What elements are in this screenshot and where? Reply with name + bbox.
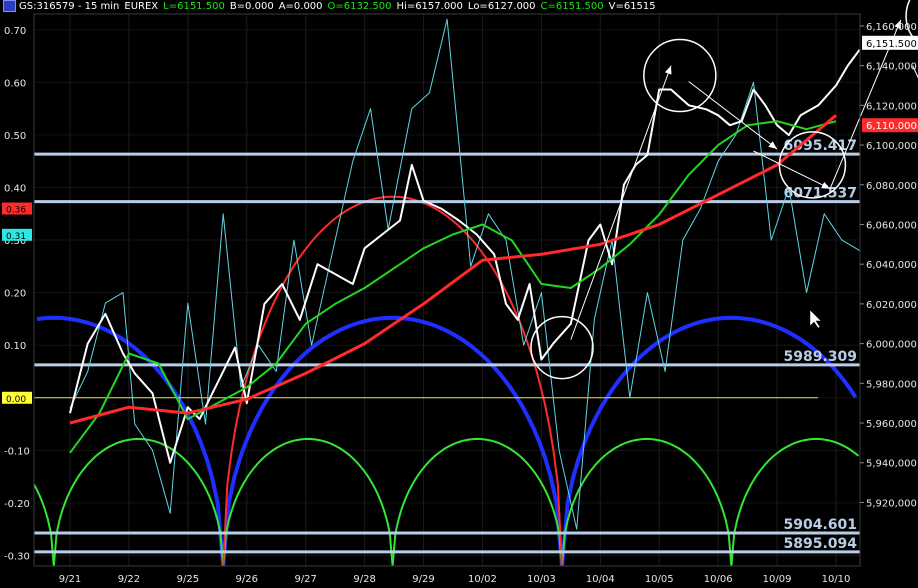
left-tick-label: 0.20 <box>4 289 26 300</box>
left-tick-label: 0.50 <box>4 131 26 142</box>
x-tick-label: 10/02 <box>468 574 497 585</box>
left-marker-label: 0.00 <box>6 395 26 405</box>
left-tick-label: 0.10 <box>4 341 26 352</box>
left-tick-label: 0.60 <box>4 78 26 89</box>
right-tick-label: 5,940,000 <box>866 459 917 470</box>
x-tick-label: 9/29 <box>412 574 434 585</box>
right-tick-label: 5,920,000 <box>866 498 917 509</box>
left-tick-label: 0.70 <box>4 26 26 37</box>
axes: 9/21 9/22 9/25 9/26 9/27 9/28 9/29 10/02 10/03 10… <box>2 13 918 585</box>
annotation-circle <box>643 38 717 113</box>
annotation-arrowhead <box>664 65 672 75</box>
price-line <box>69 49 861 464</box>
annotation-arrowhead <box>768 141 778 150</box>
x-tick-label: 10/03 <box>527 574 556 585</box>
series-lines <box>69 18 861 530</box>
right-tick-label: 6,000,000 <box>866 340 917 351</box>
green-cycle-arc <box>33 483 55 567</box>
level-label: 6071.537 <box>783 186 857 202</box>
price-chart[interactable]: 6095.4176071.5375989.3095904.6015895.094… <box>0 0 918 588</box>
grid-lines <box>34 14 860 566</box>
right-marker-label: 6,110.000 <box>866 121 917 132</box>
x-tick-label: 9/22 <box>118 574 140 585</box>
right-tick-label: 6,020,000 <box>866 300 917 311</box>
right-tick-label: 5,980,000 <box>866 379 917 390</box>
green-average-line <box>69 120 837 454</box>
right-tick-label: 6,160,000 <box>866 22 917 33</box>
x-tick-label: 9/27 <box>294 574 316 585</box>
x-tick-label: 10/05 <box>645 574 674 585</box>
x-tick-label: 9/25 <box>177 574 199 585</box>
right-tick-label: 5,960,000 <box>866 419 917 430</box>
left-marker-label: 0.31 <box>6 232 26 242</box>
right-tick-label: 6,100,000 <box>866 141 917 152</box>
level-label: 5989.309 <box>783 349 857 365</box>
right-tick-label: 6,080,000 <box>866 181 917 192</box>
red-average-line <box>69 114 837 425</box>
x-tick-label: 9/28 <box>353 574 375 585</box>
right-tick-label: 6,060,000 <box>866 220 917 231</box>
left-tick-label: -0.30 <box>4 551 30 562</box>
right-tick-label: 6,140,000 <box>866 62 917 73</box>
mouse-cursor-icon <box>809 309 822 329</box>
x-tick-label: 10/06 <box>704 574 733 585</box>
right-tick-label: 6,120,000 <box>866 101 917 112</box>
x-tick-label: 10/10 <box>822 574 851 585</box>
cycle-arcs <box>33 195 860 567</box>
level-label: 5895.094 <box>783 536 857 552</box>
plot-frame <box>33 13 861 567</box>
right-tick-label: 6,040,000 <box>866 260 917 271</box>
red-cycle-arc <box>222 195 563 567</box>
left-tick-label: -0.20 <box>4 499 30 510</box>
x-tick-label: 9/26 <box>236 574 258 585</box>
x-tick-label: 10/04 <box>586 574 615 585</box>
x-tick-label: 9/21 <box>59 574 81 585</box>
left-tick-label: -0.10 <box>4 446 30 457</box>
right-marker-label: 6,151.500 <box>866 39 917 50</box>
level-label: 5904.601 <box>783 517 857 533</box>
left-tick-label: 0.40 <box>4 183 26 194</box>
blue-cycle-arc <box>221 315 564 567</box>
x-tick-label: 10/09 <box>763 574 792 585</box>
left-marker-label: 0.36 <box>6 206 26 216</box>
